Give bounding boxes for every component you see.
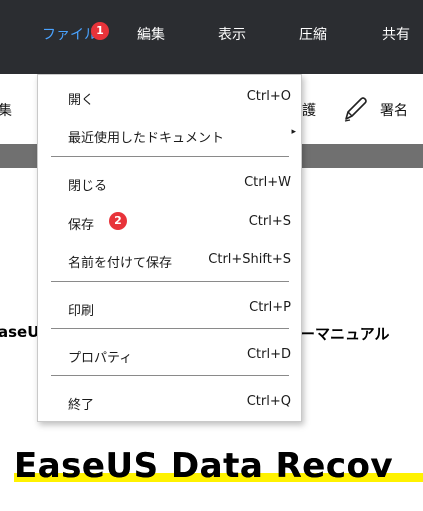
menu-view[interactable]: 表示: [218, 24, 246, 44]
menu-item-label: 保存: [68, 218, 95, 233]
menu-item-label: 印刷: [68, 304, 95, 319]
menu-compress[interactable]: 圧縮: [299, 24, 327, 44]
toolbar-edit-fragment[interactable]: 集: [0, 100, 12, 120]
menu-separator: [51, 281, 289, 282]
step-badge-2: 2: [109, 212, 127, 230]
menu-item-label: 開く: [68, 93, 95, 108]
menu-item-print[interactable]: 印刷 Ctrl+P: [38, 293, 301, 323]
toolbar-protect-fragment[interactable]: 護: [302, 100, 316, 120]
menu-item-label: 閉じる: [68, 179, 108, 194]
menu-item-label: 終了: [68, 398, 95, 413]
menu-item-save[interactable]: 保存 2 Ctrl+S: [38, 207, 301, 237]
shortcut-label: Ctrl+Shift+S: [208, 252, 291, 267]
shortcut-label: Ctrl+O: [246, 89, 291, 104]
toolbar-sign-label[interactable]: 署名: [380, 100, 408, 120]
menu-bar: ファイル 1 編集 表示 圧縮 共有: [0, 0, 423, 74]
menu-separator: [51, 328, 289, 329]
shortcut-label: Ctrl+S: [248, 214, 291, 229]
menu-file[interactable]: ファイル: [42, 24, 98, 44]
menu-separator: [51, 156, 289, 157]
menu-item-save-as[interactable]: 名前を付けて保存 Ctrl+Shift+S: [38, 245, 301, 275]
menu-item-exit[interactable]: 終了 Ctrl+Q: [38, 387, 301, 417]
menu-share[interactable]: 共有: [382, 24, 410, 44]
doc-text-left-fragment: aseU: [0, 323, 40, 341]
menu-edit[interactable]: 編集: [137, 24, 165, 44]
doc-title: EaseUS Data Recov: [14, 446, 394, 486]
menu-separator: [51, 375, 289, 376]
menu-item-open[interactable]: 開く Ctrl+O: [38, 82, 301, 112]
menu-item-label: 最近使用したドキュメント: [68, 131, 225, 146]
menu-item-label: 名前を付けて保存: [68, 256, 173, 271]
file-dropdown-menu: 開く Ctrl+O 最近使用したドキュメント ▸ 閉じる Ctrl+W 保存 2…: [37, 74, 302, 422]
pen-icon[interactable]: [342, 95, 368, 123]
doc-text-right-fragment: ーマニュアル: [300, 325, 390, 343]
menu-item-recent-documents[interactable]: 最近使用したドキュメント ▸: [38, 120, 301, 150]
shortcut-label: Ctrl+D: [246, 347, 291, 362]
shortcut-label: Ctrl+Q: [246, 394, 291, 409]
menu-item-properties[interactable]: プロパティ Ctrl+D: [38, 340, 301, 370]
step-badge-1: 1: [91, 22, 109, 40]
menu-item-label: プロパティ: [68, 351, 133, 366]
shortcut-label: Ctrl+P: [249, 300, 291, 315]
menu-item-close[interactable]: 閉じる Ctrl+W: [38, 168, 301, 198]
submenu-arrow-icon: ▸: [291, 127, 296, 137]
shortcut-label: Ctrl+W: [244, 175, 291, 190]
